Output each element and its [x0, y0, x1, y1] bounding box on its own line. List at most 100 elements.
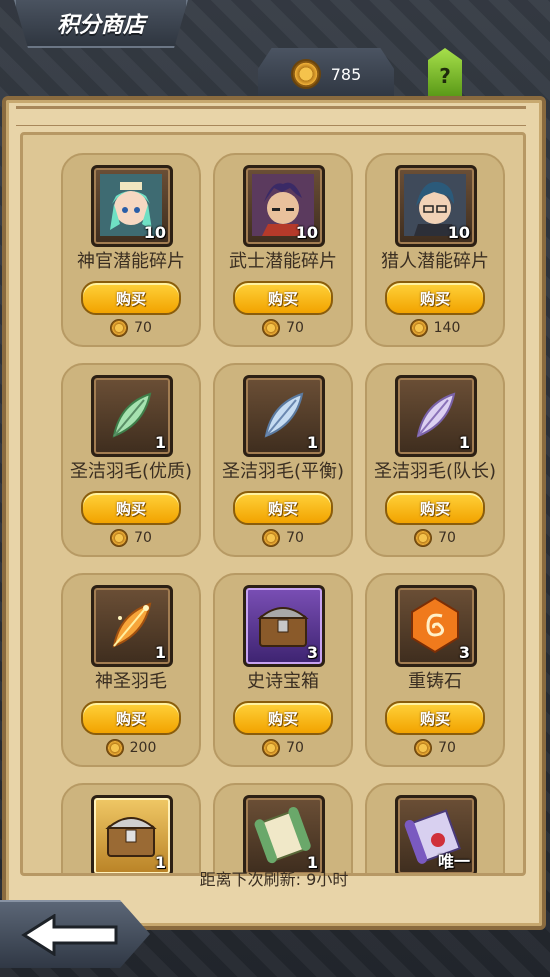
item-name: 史诗宝箱	[247, 671, 319, 692]
points-coin-icon	[409, 319, 428, 337]
item-price: 200	[63, 739, 199, 757]
buy-button-label: 购买	[419, 709, 450, 728]
points-coin-icon	[110, 319, 129, 337]
refresh-timer: 距离下次刷新: 9小时	[199, 870, 349, 889]
item-grid: 10 神官潜能碎片 购买 70 10 武士潜能碎片 购买 70 10 猎人潜能碎片 购买 140 1 圣洁…	[61, 153, 521, 873]
shop-item-card[interactable]: 3 史诗宝箱购买 70	[213, 573, 353, 767]
shop-item-card[interactable]: 1 圣洁羽毛(优质) 购买 70	[61, 363, 201, 557]
price-value: 70	[438, 530, 456, 546]
item-icon-frame[interactable]: 1	[395, 375, 477, 457]
item-name: 圣洁羽毛(优质)	[69, 461, 193, 482]
shop-item-card[interactable]: 1 圣洁羽毛(队长) 购买 70	[365, 363, 505, 557]
item-icon-frame[interactable]: 1	[243, 375, 325, 457]
scroll-icon	[252, 804, 314, 866]
buy-button[interactable]: 购买	[81, 491, 181, 525]
epic-chest-icon	[252, 594, 314, 656]
green-feather-icon	[100, 384, 162, 446]
points-coin-icon	[262, 529, 281, 547]
item-icon-frame[interactable]: 1	[91, 795, 173, 873]
shop-item-card[interactable]: 10 武士潜能碎片 购买 70	[213, 153, 353, 347]
buy-button[interactable]: 购买	[385, 491, 485, 525]
item-icon-frame[interactable]: 10	[91, 165, 173, 247]
shop-item-card[interactable]: 1天赋重置卷轴购买	[213, 783, 353, 873]
item-icon-frame[interactable]: 1	[243, 795, 325, 873]
item-price: 70	[215, 319, 351, 337]
item-quantity: 3	[458, 643, 470, 662]
item-name: 圣洁羽毛(队长)	[373, 461, 497, 482]
item-name: 圣洁羽毛(平衡)	[221, 461, 345, 482]
item-quantity: 1	[306, 433, 318, 452]
points-coin-icon	[105, 739, 124, 757]
item-price: 70	[63, 319, 199, 337]
item-icon-frame[interactable]: 唯一	[395, 795, 477, 873]
shop-item-card[interactable]: 唯一天赋卷轴购买	[365, 783, 505, 873]
currency-value: 785	[330, 64, 362, 84]
buy-button-label: 购买	[267, 709, 298, 728]
golden-feather-icon	[100, 594, 162, 656]
item-name: 神圣羽毛	[95, 671, 167, 692]
buy-button-label: 购买	[115, 709, 146, 728]
price-value: 70	[438, 740, 456, 756]
reforge-stone-icon	[404, 594, 466, 656]
item-quantity: 1	[458, 433, 470, 452]
page-title: 积分商店	[56, 13, 145, 38]
buy-button-label: 购买	[267, 289, 298, 308]
points-coin-icon	[262, 319, 281, 337]
shop-item-card[interactable]: 1 神圣羽毛购买 200	[61, 573, 201, 767]
item-icon-frame[interactable]: 1	[91, 375, 173, 457]
buy-button[interactable]: 购买	[81, 281, 181, 315]
shop-panel: 10 神官潜能碎片 购买 70 10 武士潜能碎片 购买 70 10 猎人潜能碎片 购买 140 1 圣洁…	[2, 96, 546, 930]
item-price: 140	[367, 319, 503, 337]
shop-title-plate: 积分商店	[14, 0, 188, 48]
currency-display: 785	[258, 48, 394, 100]
item-price: 70	[215, 739, 351, 757]
points-coin-icon	[262, 739, 281, 757]
buy-button-label: 购买	[115, 499, 146, 518]
buy-button[interactable]: 购买	[385, 281, 485, 315]
question-icon: ?	[439, 64, 451, 88]
buy-button-label: 购买	[419, 499, 450, 518]
points-coin-icon	[290, 59, 321, 89]
buy-button[interactable]: 购买	[385, 701, 485, 735]
price-value: 70	[286, 530, 304, 546]
points-coin-icon	[110, 529, 129, 547]
shop-item-list[interactable]: 10 神官潜能碎片 购买 70 10 武士潜能碎片 购买 70 10 猎人潜能碎片 购买 140 1 圣洁…	[20, 132, 526, 876]
points-coin-icon	[414, 529, 433, 547]
buy-button[interactable]: 购买	[233, 491, 333, 525]
shop-item-card[interactable]: 10 神官潜能碎片 购买 70	[61, 153, 201, 347]
buy-button[interactable]: 购买	[233, 701, 333, 735]
item-quantity: 1	[154, 643, 166, 662]
price-value: 70	[286, 320, 304, 336]
item-quantity: 3	[306, 643, 318, 662]
item-quantity: 10	[143, 223, 166, 242]
item-price: 70	[63, 529, 199, 547]
item-price: 70	[367, 529, 503, 547]
shop-item-card[interactable]: 1传说宝箱购买	[61, 783, 201, 873]
points-coin-icon	[414, 739, 433, 757]
price-value: 70	[134, 320, 152, 336]
item-icon-frame[interactable]: 10	[395, 165, 477, 247]
item-icon-frame[interactable]: 3	[395, 585, 477, 667]
legend-chest-icon	[100, 804, 162, 866]
buy-button[interactable]: 购买	[233, 281, 333, 315]
shop-item-card[interactable]: 1 圣洁羽毛(平衡) 购买 70	[213, 363, 353, 557]
item-name: 武士潜能碎片	[229, 251, 337, 272]
item-price: 70	[367, 739, 503, 757]
buy-button[interactable]: 购买	[81, 701, 181, 735]
price-value: 140	[433, 320, 461, 336]
price-value: 70	[134, 530, 152, 546]
price-value: 70	[286, 740, 304, 756]
buy-button-label: 购买	[419, 289, 450, 308]
back-arrow-icon	[21, 914, 118, 956]
purple-feather-icon	[404, 384, 466, 446]
price-value: 200	[129, 740, 157, 756]
shop-item-card[interactable]: 10 猎人潜能碎片 购买 140	[365, 153, 505, 347]
item-icon-frame[interactable]: 1	[91, 585, 173, 667]
shop-item-card[interactable]: 3 重铸石 购买 70	[365, 573, 505, 767]
item-quantity: 1	[154, 433, 166, 452]
buy-button-label: 购买	[115, 289, 146, 308]
back-button[interactable]	[0, 900, 150, 968]
buy-button-label: 购买	[267, 499, 298, 518]
item-icon-frame[interactable]: 10	[243, 165, 325, 247]
item-icon-frame[interactable]: 3	[243, 585, 325, 667]
